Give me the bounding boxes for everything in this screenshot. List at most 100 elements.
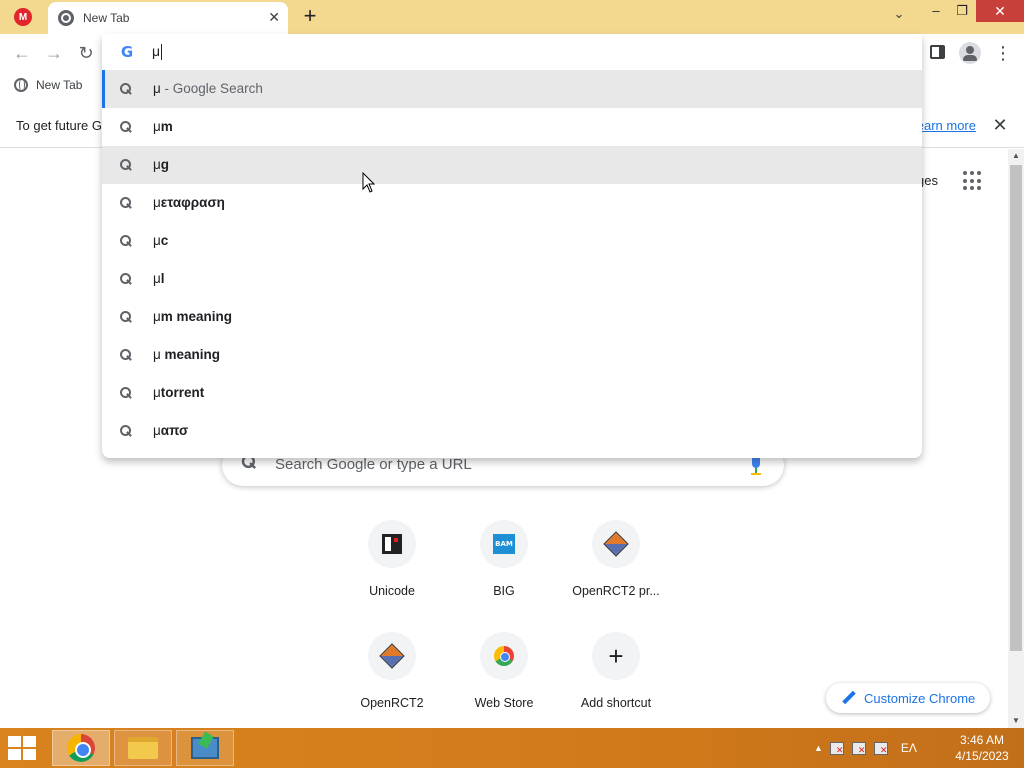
scroll-down-arrow-icon[interactable]: ▼ (1008, 714, 1024, 728)
search-icon (119, 158, 133, 172)
shortcut-big[interactable]: BAM BIG (448, 520, 560, 620)
bam-icon: BAM (493, 534, 515, 554)
taskbar-app[interactable] (176, 730, 234, 766)
bookmark-new-tab[interactable]: New Tab (14, 76, 82, 94)
shortcut-unicode[interactable]: Unicode (336, 520, 448, 620)
minimize-button[interactable]: – (922, 2, 950, 22)
folder-icon (128, 737, 158, 759)
pencil-icon (842, 691, 856, 705)
side-panel-icon[interactable] (930, 45, 945, 59)
tab-strip: M New Tab ✕ + ⌄ – ❐ ✕ (0, 0, 1024, 34)
customize-label: Customize Chrome (864, 690, 976, 706)
shortcut-tile (368, 632, 416, 680)
omnibox-suggestion[interactable]: μtorrent (102, 374, 922, 412)
profile-icon[interactable] (959, 42, 981, 64)
text-caret (161, 44, 163, 61)
network-icon[interactable] (851, 740, 867, 756)
omnibox-suggestion[interactable]: μc (102, 222, 922, 260)
chrome-icon (58, 10, 74, 26)
system-tray: ▲ ΕΛ (814, 738, 927, 758)
tab-title: New Tab (83, 11, 130, 25)
search-icon (119, 196, 133, 210)
omnibox-input[interactable]: μ (152, 43, 163, 61)
shortcut-openrct2[interactable]: OpenRCT2 (336, 632, 448, 732)
shortcut-tile (592, 520, 640, 568)
suggestion-text: μ meaning (153, 347, 221, 362)
more-menu-icon[interactable]: ⋮ (994, 42, 1012, 64)
shortcut-tile: BAM (480, 520, 528, 568)
omnibox-input-row[interactable]: G μ (102, 34, 922, 70)
globe-icon (14, 78, 28, 92)
maximize-button[interactable]: ❐ (948, 2, 976, 22)
search-icon (119, 348, 133, 362)
shortcut-label: BIG (493, 584, 515, 598)
scroll-up-arrow-icon[interactable]: ▲ (1008, 149, 1024, 163)
tab-search-button[interactable]: ⌄ (888, 6, 910, 26)
scroll-thumb[interactable] (1010, 165, 1022, 651)
tab-close-button[interactable]: ✕ (268, 9, 280, 26)
window-close-button[interactable]: ✕ (976, 0, 1024, 22)
shortcut-label: Add shortcut (580, 696, 652, 710)
search-placeholder: Search Google or type a URL (275, 456, 472, 473)
shortcut-label: Unicode (369, 584, 415, 598)
chrome-icon (67, 734, 95, 762)
suggestion-text: μεταφραση (153, 195, 225, 210)
new-tab-button[interactable]: + (298, 4, 322, 28)
search-icon (119, 386, 133, 400)
action-center-icon[interactable] (829, 740, 845, 756)
clock-time: 3:46 AM (959, 733, 1005, 747)
reload-button[interactable]: ↻ (74, 42, 98, 64)
info-bar-close-button[interactable]: ✕ (990, 115, 1010, 135)
clock[interactable]: 3:46 AM 4/15/2023 (950, 732, 1014, 764)
suggestion-text: μl (153, 271, 165, 286)
search-icon (119, 234, 133, 248)
shortcut-add[interactable]: + Add shortcut (560, 632, 672, 732)
volume-icon[interactable] (873, 740, 889, 756)
info-bar-text: To get future G (16, 118, 102, 133)
shortcut-label: Web Store (474, 696, 534, 710)
omnibox-suggestion[interactable]: μ - Google Search (102, 70, 922, 108)
shortcut-tile (368, 520, 416, 568)
tray-expand-icon[interactable]: ▲ (814, 743, 823, 753)
shortcut-tile (480, 632, 528, 680)
suggestion-text: μm meaning (153, 309, 233, 324)
openrct2-icon (379, 643, 405, 669)
search-icon (119, 272, 133, 286)
suggestion-text: μ - Google Search (153, 81, 263, 96)
taskbar-chrome[interactable] (52, 730, 110, 766)
web-store-icon (494, 646, 514, 666)
unicode-icon (382, 534, 402, 554)
omnibox-suggestion[interactable]: μm meaning (102, 298, 922, 336)
omnibox-suggestion[interactable]: μm (102, 108, 922, 146)
taskbar-file-explorer[interactable] (114, 730, 172, 766)
tab-new-tab[interactable]: New Tab ✕ (48, 2, 288, 34)
search-icon (119, 424, 133, 438)
taskbar: ▲ ΕΛ 3:46 AM 4/15/2023 (0, 728, 1024, 768)
customize-chrome-button[interactable]: Customize Chrome (826, 683, 990, 713)
apps-grid-icon[interactable] (963, 171, 983, 191)
back-button[interactable]: ← (10, 42, 34, 64)
windows-start-icon[interactable] (8, 736, 38, 760)
omnibox-popup: G μ μ - Google Search μm μg μεταφραση μc μl μm… (102, 34, 922, 458)
google-g-icon: G (120, 43, 134, 61)
pinned-tab-mega-icon[interactable]: M (14, 8, 32, 26)
language-indicator[interactable]: ΕΛ (901, 741, 917, 755)
omnibox-suggestion[interactable]: μαπσ (102, 412, 922, 450)
shortcut-openrct2-pr[interactable]: OpenRCT2 pr... (560, 520, 672, 620)
omnibox-suggestion[interactable]: μεταφραση (102, 184, 922, 222)
shortcut-label: OpenRCT2 (360, 696, 424, 710)
plus-icon: + (608, 641, 624, 671)
scrollbar[interactable]: ▲ ▼ (1008, 149, 1024, 728)
app-icon (191, 737, 219, 759)
suggestion-text: μtorrent (153, 385, 205, 400)
openrct2-icon (603, 531, 629, 557)
omnibox-suggestion[interactable]: μl (102, 260, 922, 298)
shortcut-tile: + (592, 632, 640, 680)
omnibox-suggestion[interactable]: μg (102, 146, 922, 184)
forward-button[interactable]: → (42, 42, 66, 64)
suggestion-text: μm (153, 119, 173, 134)
shortcut-web-store[interactable]: Web Store (448, 632, 560, 732)
shortcut-label: OpenRCT2 pr... (572, 584, 660, 598)
suggestion-text: μαπσ (153, 423, 189, 438)
omnibox-suggestion[interactable]: μ meaning (102, 336, 922, 374)
